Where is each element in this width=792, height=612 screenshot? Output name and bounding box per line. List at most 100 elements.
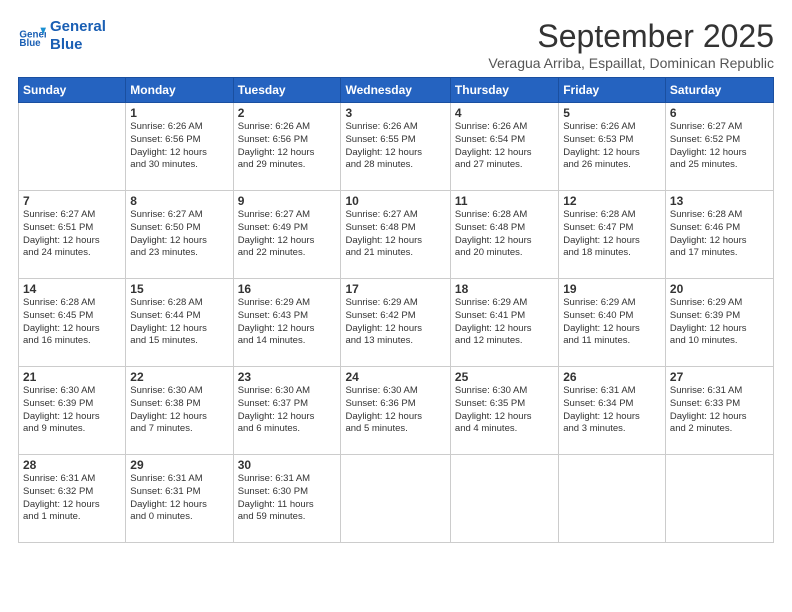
calendar-cell: 24Sunrise: 6:30 AMSunset: 6:36 PMDayligh… — [341, 367, 450, 455]
day-info: Sunrise: 6:27 AMSunset: 6:49 PMDaylight:… — [238, 209, 337, 260]
day-number: 16 — [238, 282, 337, 296]
day-number: 14 — [23, 282, 121, 296]
day-number: 21 — [23, 370, 121, 384]
day-number: 8 — [130, 194, 228, 208]
day-number: 4 — [455, 106, 554, 120]
day-info: Sunrise: 6:31 AMSunset: 6:30 PMDaylight:… — [238, 473, 337, 524]
calendar-week-row-5: 28Sunrise: 6:31 AMSunset: 6:32 PMDayligh… — [19, 455, 774, 543]
logo-general: General — [50, 18, 106, 36]
day-number: 25 — [455, 370, 554, 384]
calendar-cell: 18Sunrise: 6:29 AMSunset: 6:41 PMDayligh… — [450, 279, 558, 367]
calendar-table: Sunday Monday Tuesday Wednesday Thursday… — [18, 77, 774, 543]
day-info: Sunrise: 6:29 AMSunset: 6:39 PMDaylight:… — [670, 297, 769, 348]
day-info: Sunrise: 6:29 AMSunset: 6:40 PMDaylight:… — [563, 297, 661, 348]
header-saturday: Saturday — [665, 78, 773, 103]
day-number: 11 — [455, 194, 554, 208]
calendar-cell: 16Sunrise: 6:29 AMSunset: 6:43 PMDayligh… — [233, 279, 341, 367]
day-number: 27 — [670, 370, 769, 384]
day-info: Sunrise: 6:27 AMSunset: 6:52 PMDaylight:… — [670, 121, 769, 172]
calendar-cell: 13Sunrise: 6:28 AMSunset: 6:46 PMDayligh… — [665, 191, 773, 279]
calendar-cell: 4Sunrise: 6:26 AMSunset: 6:54 PMDaylight… — [450, 103, 558, 191]
day-info: Sunrise: 6:28 AMSunset: 6:47 PMDaylight:… — [563, 209, 661, 260]
calendar-cell: 29Sunrise: 6:31 AMSunset: 6:31 PMDayligh… — [126, 455, 233, 543]
header-sunday: Sunday — [19, 78, 126, 103]
day-info: Sunrise: 6:30 AMSunset: 6:35 PMDaylight:… — [455, 385, 554, 436]
main-title: September 2025 — [488, 18, 774, 55]
calendar-cell: 19Sunrise: 6:29 AMSunset: 6:40 PMDayligh… — [559, 279, 666, 367]
calendar-week-row-3: 14Sunrise: 6:28 AMSunset: 6:45 PMDayligh… — [19, 279, 774, 367]
header-wednesday: Wednesday — [341, 78, 450, 103]
day-info: Sunrise: 6:27 AMSunset: 6:50 PMDaylight:… — [130, 209, 228, 260]
calendar-week-row-1: 1Sunrise: 6:26 AMSunset: 6:56 PMDaylight… — [19, 103, 774, 191]
day-info: Sunrise: 6:26 AMSunset: 6:55 PMDaylight:… — [345, 121, 445, 172]
day-number: 24 — [345, 370, 445, 384]
logo-blue: Blue — [50, 36, 106, 54]
day-info: Sunrise: 6:26 AMSunset: 6:56 PMDaylight:… — [238, 121, 337, 172]
day-number: 28 — [23, 458, 121, 472]
calendar-cell: 17Sunrise: 6:29 AMSunset: 6:42 PMDayligh… — [341, 279, 450, 367]
day-info: Sunrise: 6:30 AMSunset: 6:39 PMDaylight:… — [23, 385, 121, 436]
day-info: Sunrise: 6:29 AMSunset: 6:42 PMDaylight:… — [345, 297, 445, 348]
day-number: 1 — [130, 106, 228, 120]
calendar-week-row-4: 21Sunrise: 6:30 AMSunset: 6:39 PMDayligh… — [19, 367, 774, 455]
header-tuesday: Tuesday — [233, 78, 341, 103]
header: General Blue General Blue September 2025… — [18, 18, 774, 71]
day-info: Sunrise: 6:26 AMSunset: 6:53 PMDaylight:… — [563, 121, 661, 172]
header-friday: Friday — [559, 78, 666, 103]
day-info: Sunrise: 6:28 AMSunset: 6:45 PMDaylight:… — [23, 297, 121, 348]
day-number: 7 — [23, 194, 121, 208]
calendar-cell: 26Sunrise: 6:31 AMSunset: 6:34 PMDayligh… — [559, 367, 666, 455]
calendar-cell: 10Sunrise: 6:27 AMSunset: 6:48 PMDayligh… — [341, 191, 450, 279]
calendar-cell: 21Sunrise: 6:30 AMSunset: 6:39 PMDayligh… — [19, 367, 126, 455]
subtitle: Veragua Arriba, Espaillat, Dominican Rep… — [488, 55, 774, 71]
day-info: Sunrise: 6:29 AMSunset: 6:41 PMDaylight:… — [455, 297, 554, 348]
calendar-cell: 9Sunrise: 6:27 AMSunset: 6:49 PMDaylight… — [233, 191, 341, 279]
day-info: Sunrise: 6:31 AMSunset: 6:33 PMDaylight:… — [670, 385, 769, 436]
svg-text:Blue: Blue — [19, 38, 41, 49]
calendar-cell: 27Sunrise: 6:31 AMSunset: 6:33 PMDayligh… — [665, 367, 773, 455]
day-number: 29 — [130, 458, 228, 472]
day-number: 12 — [563, 194, 661, 208]
day-number: 9 — [238, 194, 337, 208]
calendar-cell — [450, 455, 558, 543]
day-info: Sunrise: 6:28 AMSunset: 6:48 PMDaylight:… — [455, 209, 554, 260]
day-number: 26 — [563, 370, 661, 384]
day-info: Sunrise: 6:30 AMSunset: 6:37 PMDaylight:… — [238, 385, 337, 436]
calendar-cell: 23Sunrise: 6:30 AMSunset: 6:37 PMDayligh… — [233, 367, 341, 455]
logo-icon: General Blue — [18, 22, 46, 50]
day-info: Sunrise: 6:31 AMSunset: 6:31 PMDaylight:… — [130, 473, 228, 524]
calendar-cell: 3Sunrise: 6:26 AMSunset: 6:55 PMDaylight… — [341, 103, 450, 191]
day-number: 15 — [130, 282, 228, 296]
day-info: Sunrise: 6:30 AMSunset: 6:36 PMDaylight:… — [345, 385, 445, 436]
calendar-cell: 28Sunrise: 6:31 AMSunset: 6:32 PMDayligh… — [19, 455, 126, 543]
day-info: Sunrise: 6:27 AMSunset: 6:51 PMDaylight:… — [23, 209, 121, 260]
day-info: Sunrise: 6:31 AMSunset: 6:34 PMDaylight:… — [563, 385, 661, 436]
day-info: Sunrise: 6:26 AMSunset: 6:54 PMDaylight:… — [455, 121, 554, 172]
calendar-cell — [665, 455, 773, 543]
day-number: 23 — [238, 370, 337, 384]
calendar-cell: 5Sunrise: 6:26 AMSunset: 6:53 PMDaylight… — [559, 103, 666, 191]
day-number: 5 — [563, 106, 661, 120]
calendar-cell: 25Sunrise: 6:30 AMSunset: 6:35 PMDayligh… — [450, 367, 558, 455]
page: General Blue General Blue September 2025… — [0, 0, 792, 612]
day-number: 19 — [563, 282, 661, 296]
calendar-cell: 12Sunrise: 6:28 AMSunset: 6:47 PMDayligh… — [559, 191, 666, 279]
calendar-cell: 20Sunrise: 6:29 AMSunset: 6:39 PMDayligh… — [665, 279, 773, 367]
calendar-week-row-2: 7Sunrise: 6:27 AMSunset: 6:51 PMDaylight… — [19, 191, 774, 279]
day-number: 10 — [345, 194, 445, 208]
calendar-cell: 14Sunrise: 6:28 AMSunset: 6:45 PMDayligh… — [19, 279, 126, 367]
header-monday: Monday — [126, 78, 233, 103]
day-info: Sunrise: 6:30 AMSunset: 6:38 PMDaylight:… — [130, 385, 228, 436]
day-info: Sunrise: 6:31 AMSunset: 6:32 PMDaylight:… — [23, 473, 121, 524]
day-number: 30 — [238, 458, 337, 472]
calendar-cell — [559, 455, 666, 543]
title-block: September 2025 Veragua Arriba, Espaillat… — [488, 18, 774, 71]
calendar-cell: 2Sunrise: 6:26 AMSunset: 6:56 PMDaylight… — [233, 103, 341, 191]
calendar-cell — [19, 103, 126, 191]
calendar-header-row: Sunday Monday Tuesday Wednesday Thursday… — [19, 78, 774, 103]
calendar-cell: 11Sunrise: 6:28 AMSunset: 6:48 PMDayligh… — [450, 191, 558, 279]
logo: General Blue General Blue — [18, 18, 106, 54]
calendar-cell: 30Sunrise: 6:31 AMSunset: 6:30 PMDayligh… — [233, 455, 341, 543]
day-number: 2 — [238, 106, 337, 120]
day-info: Sunrise: 6:26 AMSunset: 6:56 PMDaylight:… — [130, 121, 228, 172]
